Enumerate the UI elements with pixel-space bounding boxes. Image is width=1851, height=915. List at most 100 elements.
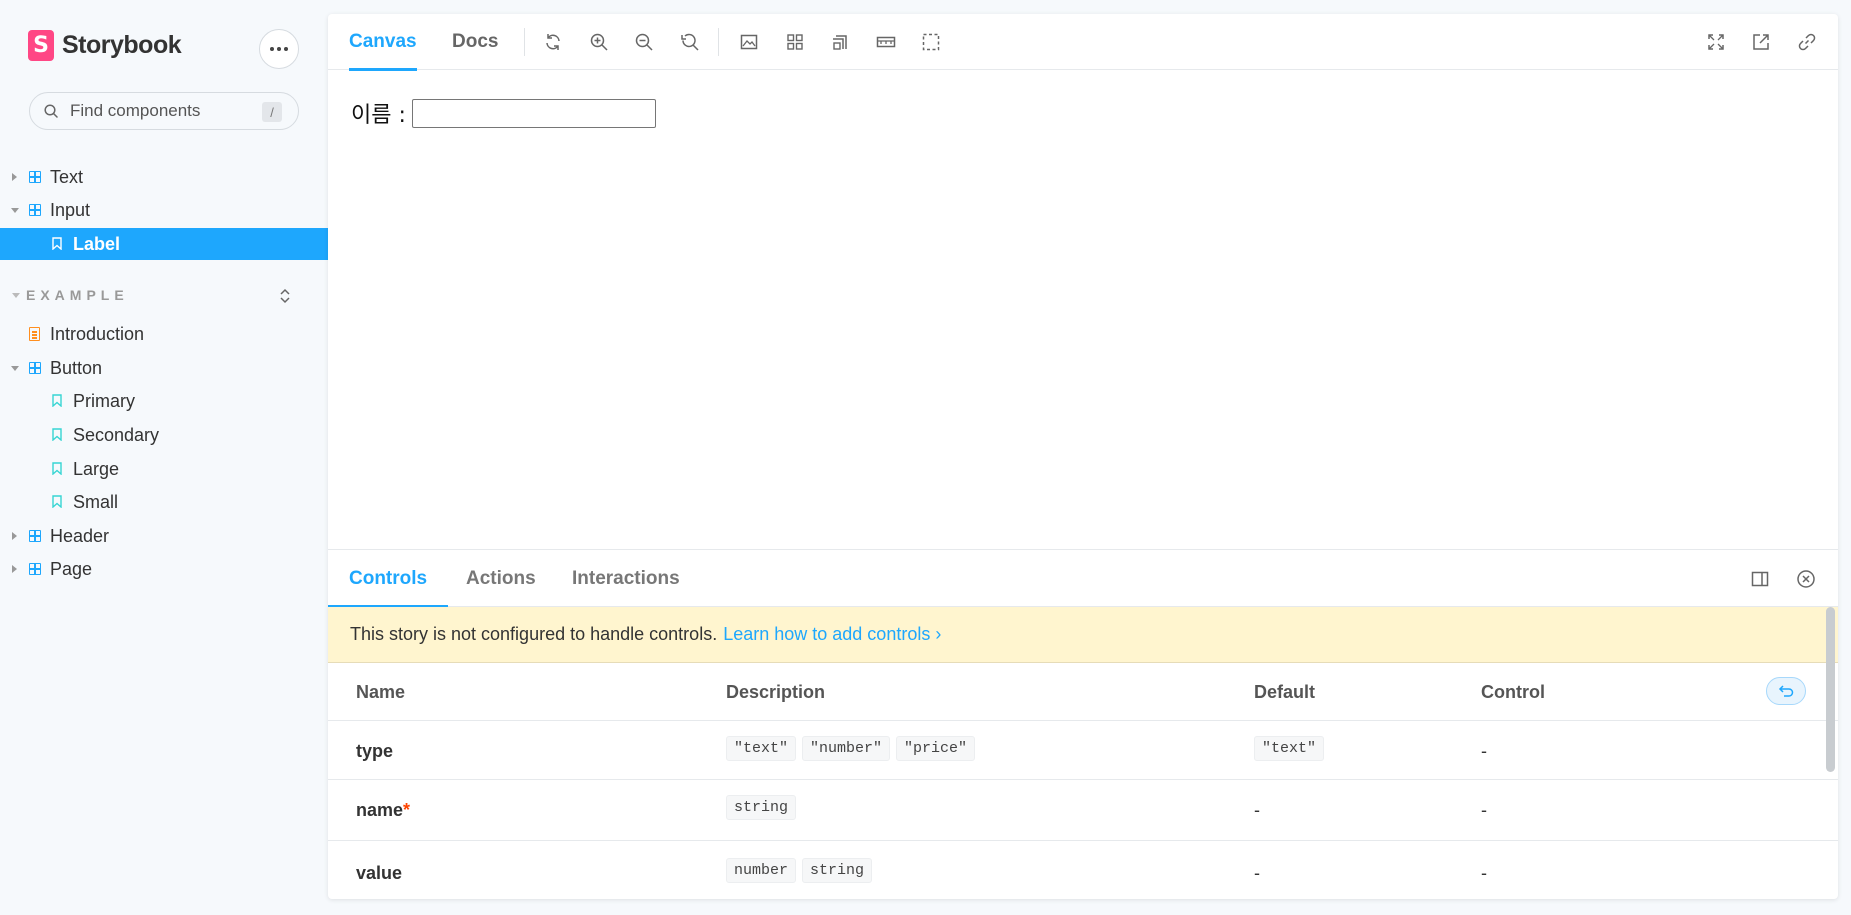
bookmark-icon: [52, 462, 62, 475]
name-field: 이름 :: [351, 97, 656, 129]
props-table-header: Name Description Default Control: [328, 663, 1838, 721]
document-icon: [29, 327, 40, 341]
sidebar-item-page[interactable]: Page: [0, 553, 328, 585]
chevron-down-icon: [11, 208, 19, 213]
default-chip: "text": [1254, 736, 1325, 761]
table-row: value number string - -: [328, 841, 1838, 899]
addons-panel: Controls Actions Interactions This story…: [328, 549, 1838, 899]
component-icon: [29, 362, 41, 374]
learn-controls-link[interactable]: Learn how to add controls ›: [723, 624, 941, 645]
sidebar-item-secondary[interactable]: Secondary: [0, 419, 328, 451]
type-chip: "number": [802, 736, 891, 761]
sidebar-item-primary[interactable]: Primary: [0, 385, 328, 417]
search-box[interactable]: Find components /: [29, 92, 299, 130]
name-field-label: 이름 :: [351, 103, 406, 128]
prop-default: -: [1254, 863, 1260, 883]
search-shortcut-badge: /: [262, 102, 282, 122]
collapse-all-icon[interactable]: [278, 287, 292, 305]
storybook-logo-icon: S: [28, 30, 54, 61]
toolbar-divider: [524, 28, 525, 56]
zoom-in-icon[interactable]: [589, 32, 609, 52]
sidebar-item-button[interactable]: Button: [0, 352, 328, 384]
addons-scrollbar[interactable]: [1826, 607, 1835, 772]
component-icon: [29, 563, 41, 575]
reset-controls-button[interactable]: [1766, 677, 1806, 705]
tab-controls[interactable]: Controls: [328, 550, 449, 608]
bookmark-icon: [52, 394, 62, 407]
prop-control: -: [1481, 741, 1487, 761]
sidebar-item-input[interactable]: Input: [0, 194, 328, 226]
zoom-reset-icon[interactable]: [680, 32, 700, 52]
grid-icon[interactable]: [785, 32, 805, 52]
col-header-control: Control: [1481, 682, 1545, 702]
component-icon: [29, 204, 41, 216]
chevron-down-icon: [12, 292, 20, 298]
more-options-button[interactable]: [259, 29, 299, 69]
sidebar-item-header[interactable]: Header: [0, 520, 328, 552]
chevron-right-icon: [12, 173, 17, 181]
chevron-right-icon: [12, 532, 17, 540]
prop-description: "text" "number" "price": [726, 736, 976, 761]
search-icon: [44, 104, 58, 118]
component-icon: [29, 171, 41, 183]
close-panel-icon[interactable]: [1796, 569, 1816, 589]
story-canvas: 이름 :: [328, 71, 1838, 549]
sidebar-item-large[interactable]: Large: [0, 453, 328, 485]
col-header-description: Description: [726, 682, 826, 702]
sidebar-item-text[interactable]: Text: [0, 161, 328, 193]
bookmark-icon: [52, 428, 62, 441]
name-input[interactable]: [411, 98, 656, 128]
required-marker: *: [403, 800, 411, 820]
table-row: type "text" "number" "price" "text" -: [328, 721, 1838, 780]
type-chip: string: [726, 795, 797, 820]
ellipsis-icon: [270, 47, 274, 51]
brand[interactable]: S Storybook: [28, 30, 182, 61]
addon-tabs: Controls Actions Interactions: [328, 550, 1838, 608]
controls-notice: This story is not configured to handle c…: [328, 607, 1838, 663]
panel-orientation-icon[interactable]: [1750, 569, 1770, 589]
reload-icon[interactable]: [543, 32, 563, 52]
type-chip: "text": [726, 736, 797, 761]
tab-interactions[interactable]: Interactions: [572, 550, 680, 607]
toolbar-divider: [718, 28, 719, 56]
undo-icon: [1778, 685, 1794, 697]
background-image-icon[interactable]: [739, 32, 759, 52]
copy-link-icon[interactable]: [1797, 32, 1817, 52]
prop-name: type: [356, 741, 394, 761]
prop-control: -: [1481, 863, 1487, 883]
bookmark-icon: [52, 237, 62, 250]
open-new-tab-icon[interactable]: [1751, 32, 1771, 52]
chevron-right-icon: [12, 565, 17, 573]
tab-canvas[interactable]: Canvas: [349, 14, 417, 71]
ruler-icon[interactable]: [876, 32, 896, 52]
chevron-down-icon: [11, 366, 19, 371]
sidebar: S Storybook Find components / Text Input…: [0, 0, 328, 915]
prop-default: -: [1254, 800, 1260, 820]
bookmark-icon: [52, 495, 62, 508]
toolbar: Canvas Docs: [328, 14, 1838, 71]
brand-name: Storybook: [62, 31, 182, 59]
outline-icon[interactable]: [921, 32, 941, 52]
search-input[interactable]: Find components: [70, 101, 200, 121]
sidebar-item-label[interactable]: Label: [0, 228, 328, 260]
type-chip: "price": [896, 736, 976, 761]
col-header-default: Default: [1254, 682, 1316, 702]
viewport-icon[interactable]: [830, 32, 850, 52]
fullscreen-icon[interactable]: [1706, 32, 1726, 52]
component-icon: [29, 530, 41, 542]
sidebar-item-introduction[interactable]: Introduction: [0, 318, 328, 350]
section-header-example[interactable]: EXAMPLE: [12, 287, 129, 303]
sidebar-item-small[interactable]: Small: [0, 486, 328, 518]
prop-name: value: [356, 863, 403, 883]
type-chip: number: [726, 858, 797, 883]
prop-name: name*: [356, 800, 411, 820]
col-header-name: Name: [356, 682, 406, 702]
prop-description: string: [726, 795, 797, 820]
prop-description: number string: [726, 858, 873, 883]
tab-actions[interactable]: Actions: [466, 550, 536, 607]
zoom-out-icon[interactable]: [634, 32, 654, 52]
tab-docs[interactable]: Docs: [452, 14, 498, 70]
notice-text: This story is not configured to handle c…: [350, 624, 718, 644]
table-row: name* string - -: [328, 780, 1838, 841]
prop-default: "text": [1254, 736, 1325, 761]
